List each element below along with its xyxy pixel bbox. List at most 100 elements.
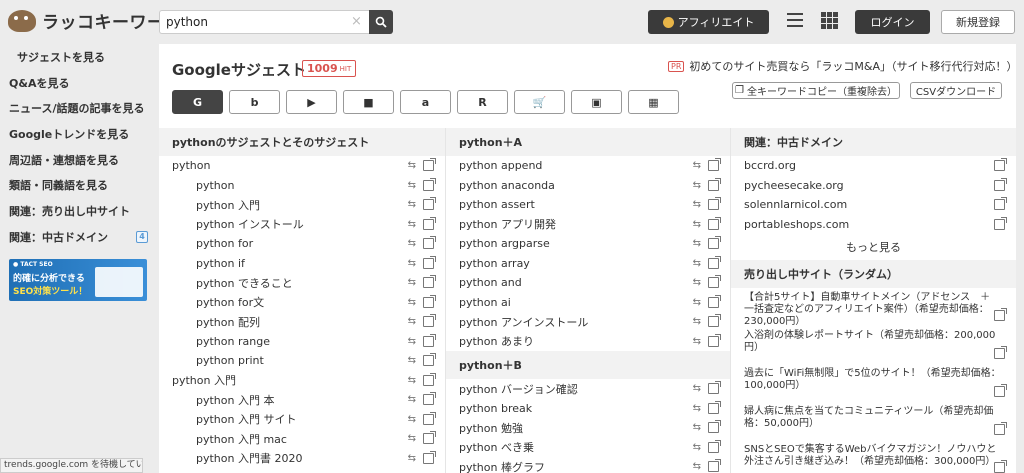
tab-video[interactable]: ■ (343, 90, 394, 114)
keyword-text[interactable]: python for文 (196, 294, 264, 310)
affiliate-button[interactable]: アフィリエイト (648, 10, 769, 34)
site-for-sale-item[interactable]: 【合計5サイト】自動車サイトメイン（アドセンス ＋ 一括査定などのアフィリエイト… (731, 288, 1016, 327)
external-link-icon[interactable] (994, 346, 1007, 359)
keyword-text[interactable]: python アンインストール (459, 314, 588, 330)
site-title[interactable]: 婦人病に焦点を当てたコミュニティツール（希望売却価格：50,000円） (744, 406, 993, 429)
list-item[interactable]: python バージョン確認 ⇆ (446, 379, 730, 399)
keyword-text[interactable]: python あまり (459, 333, 534, 349)
sidebar-item-news[interactable]: ニュース/話題の記事を見る (0, 95, 156, 121)
list-item[interactable]: python アンインストール ⇆ (446, 312, 730, 332)
list-item[interactable]: python 入門書 2020 ⇆ (159, 449, 445, 469)
list-item[interactable]: python できること ⇆ (159, 273, 445, 293)
keyword-text[interactable]: python print (196, 354, 264, 367)
keyword-text[interactable]: python anaconda (459, 179, 555, 192)
external-link-icon[interactable] (994, 422, 1007, 435)
list-item[interactable]: python 入門 ⇆ (159, 371, 445, 391)
list-item[interactable]: python append ⇆ (446, 156, 730, 176)
keyword-text[interactable]: python 勉強 (459, 420, 523, 436)
external-link-icon[interactable] (423, 450, 436, 464)
external-link-icon[interactable] (708, 294, 721, 308)
list-item[interactable]: python print ⇆ (159, 351, 445, 371)
sidebar-item-suggest[interactable]: サジェストを見る (0, 44, 156, 70)
keyword-text[interactable]: python (172, 159, 210, 172)
external-link-icon[interactable] (708, 333, 721, 347)
keyword-text[interactable]: python 入門 (196, 197, 260, 213)
external-link-icon[interactable] (423, 275, 436, 288)
swap-icon[interactable]: ⇆ (408, 199, 416, 210)
list-item[interactable]: python assert ⇆ (446, 195, 730, 215)
tab-amazon[interactable]: a (400, 90, 451, 114)
list-item[interactable]: python 入門 mac ⇆ (159, 429, 445, 449)
swap-icon[interactable]: ⇆ (693, 461, 701, 472)
swap-icon[interactable]: ⇆ (693, 277, 701, 288)
external-link-icon[interactable] (708, 459, 721, 472)
list-item[interactable]: portableshops.com (731, 215, 1016, 235)
sidebar-item-sites-for-sale[interactable]: 関連：売り出し中サイト (0, 198, 156, 224)
pr-ad[interactable]: PR 初めてのサイト売買なら「ラッコM&A」（サイト移行代行対応！） (668, 58, 1017, 74)
external-link-icon[interactable] (423, 158, 436, 171)
swap-icon[interactable]: ⇆ (408, 180, 416, 191)
login-button[interactable]: ログイン (855, 10, 930, 34)
list-item[interactable]: python インストール ⇆ (159, 215, 445, 235)
keyword-text[interactable]: python argparse (459, 237, 550, 250)
register-button[interactable]: 新規登録 (941, 10, 1015, 34)
swap-icon[interactable]: ⇆ (408, 277, 416, 288)
search-button[interactable] (369, 10, 393, 34)
list-item[interactable]: pycheesecake.org (731, 176, 1016, 196)
external-link-icon[interactable] (423, 255, 436, 269)
keyword-text[interactable]: python array (459, 257, 530, 270)
swap-icon[interactable]: ⇆ (408, 375, 416, 386)
external-link-icon[interactable] (994, 158, 1007, 171)
external-link-icon[interactable] (423, 372, 436, 386)
list-item[interactable]: python anaconda ⇆ (446, 176, 730, 196)
swap-icon[interactable]: ⇆ (693, 219, 701, 230)
keyword-text[interactable]: python 入門 (172, 372, 236, 388)
list-item[interactable]: python 配列 ⇆ (159, 312, 445, 332)
external-link-icon[interactable] (708, 314, 721, 327)
logo[interactable]: ラッコキーワード (8, 8, 182, 33)
list-item[interactable]: bccrd.org (731, 156, 1016, 176)
swap-icon[interactable]: ⇆ (693, 160, 701, 171)
tab-image[interactable]: ▣ (571, 90, 622, 114)
external-link-icon[interactable] (994, 177, 1007, 191)
keyword-text[interactable]: python 入門書 2020 (196, 450, 302, 466)
swap-icon[interactable]: ⇆ (693, 442, 701, 453)
keyword-text[interactable]: python 入門 本 (196, 392, 274, 408)
swap-icon[interactable]: ⇆ (408, 297, 416, 308)
external-link-icon[interactable] (708, 197, 721, 210)
seo-tool-banner[interactable]: ● TACT SEO 的確に分析できる SEO対策ツール！ (9, 259, 147, 301)
swap-icon[interactable]: ⇆ (693, 422, 701, 433)
keyword-text[interactable]: python インストール (196, 216, 304, 232)
swap-icon[interactable]: ⇆ (408, 160, 416, 171)
more-link[interactable]: もっと見る (731, 234, 1016, 260)
swap-icon[interactable]: ⇆ (693, 258, 701, 269)
tab-apps[interactable]: ▦ (628, 90, 679, 114)
swap-icon[interactable]: ⇆ (693, 297, 701, 308)
keyword-text[interactable]: python 入門 サイト (196, 411, 296, 427)
external-link-icon[interactable] (423, 392, 436, 405)
external-link-icon[interactable] (708, 439, 721, 453)
keyword-text[interactable]: python for (196, 237, 253, 250)
tab-shopping[interactable]: 🛒 (514, 90, 565, 114)
keyword-text[interactable]: python ai (459, 296, 511, 309)
list-item[interactable]: python if ⇆ (159, 254, 445, 274)
list-item[interactable]: python 入門 ⇆ (159, 195, 445, 215)
tab-bing[interactable]: b (229, 90, 280, 114)
tab-google[interactable]: G (172, 90, 223, 114)
external-link-icon[interactable] (708, 275, 721, 288)
list-item[interactable]: python べき乗 ⇆ (446, 438, 730, 458)
swap-icon[interactable]: ⇆ (408, 219, 416, 230)
external-link-icon[interactable] (423, 314, 436, 327)
external-link-icon[interactable] (994, 197, 1007, 210)
keyword-text[interactable]: python append (459, 159, 542, 172)
keyword-text[interactable]: pycheesecake.org (744, 179, 844, 192)
list-item[interactable]: python argparse ⇆ (446, 234, 730, 254)
external-link-icon[interactable] (708, 236, 721, 249)
copy-all-keywords-button[interactable]: ❐ 全キーワードコピー（重複除去） (732, 82, 900, 99)
external-link-icon[interactable] (708, 400, 721, 414)
sidebar-item-used-domains[interactable]: 関連：中古ドメイン 4 (0, 224, 156, 250)
external-link-icon[interactable] (423, 333, 436, 347)
list-item[interactable]: python for ⇆ (159, 234, 445, 254)
external-link-icon[interactable] (708, 381, 721, 394)
swap-icon[interactable]: ⇆ (408, 394, 416, 405)
